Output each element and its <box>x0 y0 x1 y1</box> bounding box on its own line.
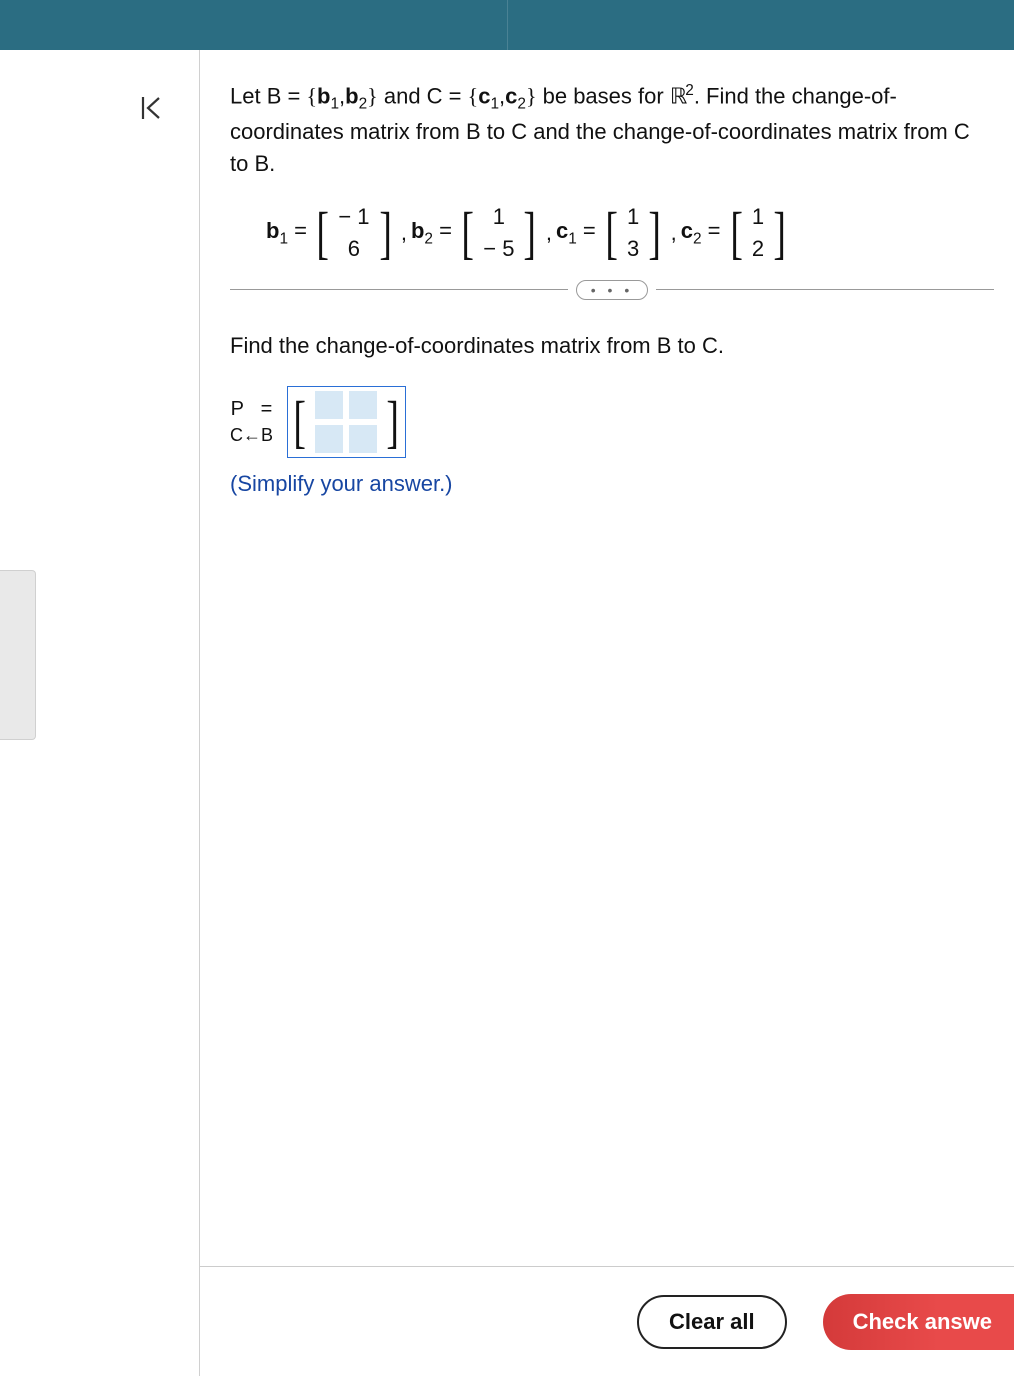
bracket-left: [ <box>316 204 329 262</box>
entry-1-2[interactable] <box>349 391 377 419</box>
left-side-tab[interactable] <box>0 570 36 740</box>
text: be bases for <box>537 83 670 108</box>
sub-2: 2 <box>517 96 526 113</box>
sub: 2 <box>424 230 433 247</box>
vector-c2: [ 1 2 ] <box>727 204 790 262</box>
collapse-panel-button[interactable] <box>130 86 174 130</box>
bracket-right: ] <box>379 204 392 262</box>
brace-close: } <box>367 83 378 108</box>
body-row: Let B = {b1,b2} and C = {c1,c2} be bases… <box>0 50 1014 1376</box>
sub-2: 2 <box>359 96 368 113</box>
entry-2-2[interactable] <box>349 425 377 453</box>
collapse-left-icon <box>137 93 167 123</box>
sym-b2: b <box>345 83 358 108</box>
real-R: ℝ <box>670 83 685 108</box>
brace-open: { <box>306 83 317 108</box>
brace-close: } <box>526 83 537 108</box>
text: Let B = <box>230 83 306 108</box>
eq: = <box>702 218 721 243</box>
eq: = <box>261 398 273 420</box>
bottom-action-bar: Clear all Check answe <box>200 1266 1014 1376</box>
comma: , <box>401 217 407 249</box>
entry-1-1[interactable] <box>315 391 343 419</box>
vector-c1: [ 1 3 ] <box>602 204 665 262</box>
eq: = <box>433 218 452 243</box>
sup-2: 2 <box>685 82 694 99</box>
label-b1: b1 = <box>266 215 307 251</box>
simplify-instruction: (Simplify your answer.) <box>230 468 994 500</box>
answer-matrix-input[interactable]: [ ] <box>287 386 406 458</box>
sub-1: 1 <box>490 96 499 113</box>
bracket-left: [ <box>293 393 306 451</box>
eq: = <box>288 218 307 243</box>
eq: = <box>577 218 596 243</box>
comma: , <box>546 217 552 249</box>
bracket-right: ] <box>649 204 662 262</box>
arrow-left-icon: ← <box>243 425 261 445</box>
comma: , <box>671 217 677 249</box>
B: B <box>261 425 273 445</box>
main-content: Let B = {b1,b2} and C = {c1,c2} be bases… <box>200 50 1014 1376</box>
entry-2-1[interactable] <box>315 425 343 453</box>
label-b2: b2 = <box>411 215 452 251</box>
b1-top: − 1 <box>338 206 369 228</box>
C: C <box>230 425 243 445</box>
brace-open: { <box>468 83 479 108</box>
b2-bot: − 5 <box>483 238 514 260</box>
b: b <box>411 218 424 243</box>
sym-b1: b <box>317 83 330 108</box>
bracket-left: [ <box>461 204 474 262</box>
sub: 2 <box>693 230 702 247</box>
check-answer-button[interactable]: Check answe <box>823 1294 1014 1350</box>
b: b <box>266 218 279 243</box>
bracket-right: ] <box>387 393 400 451</box>
bracket-left: [ <box>605 204 618 262</box>
bracket-left: [ <box>730 204 743 262</box>
c2-top: 1 <box>752 206 764 228</box>
c2-bot: 2 <box>752 238 764 260</box>
sub-1: 1 <box>330 96 339 113</box>
text: and C = <box>378 83 468 108</box>
c: c <box>556 218 568 243</box>
c: c <box>681 218 693 243</box>
vector-definitions: b1 = [ − 1 6 ] , b2 = [ 1 − 5 ] , <box>266 204 994 262</box>
c1-bot: 3 <box>627 238 639 260</box>
vector-b2: [ 1 − 5 ] <box>458 204 540 262</box>
answer-matrix-symbol: P = C←B <box>230 395 273 448</box>
left-column <box>0 50 200 1376</box>
P: P <box>231 398 244 420</box>
b2-top: 1 <box>493 206 505 228</box>
section-divider: • • • <box>230 280 994 300</box>
bracket-right: ] <box>773 204 786 262</box>
clear-all-button[interactable]: Clear all <box>637 1295 787 1349</box>
top-bar <box>0 0 1014 50</box>
label-c2: c2 = <box>681 215 721 251</box>
sub-prompt: Find the change-of-coordinates matrix fr… <box>230 330 994 362</box>
expand-button[interactable]: • • • <box>576 280 648 300</box>
c1-top: 1 <box>627 206 639 228</box>
divider-line <box>230 289 568 290</box>
label-c1: c1 = <box>556 215 596 251</box>
sym-c2: c <box>505 83 517 108</box>
sub: 1 <box>568 230 577 247</box>
b1-bot: 6 <box>348 238 360 260</box>
bracket-right: ] <box>524 204 537 262</box>
problem-statement: Let B = {b1,b2} and C = {c1,c2} be bases… <box>230 80 970 180</box>
divider-line <box>656 289 994 290</box>
sym-c1: c <box>478 83 490 108</box>
top-bar-divider <box>507 0 508 50</box>
answer-row: P = C←B [ ] <box>230 386 994 458</box>
vector-b1: [ − 1 6 ] <box>313 204 395 262</box>
sub: 1 <box>279 230 288 247</box>
